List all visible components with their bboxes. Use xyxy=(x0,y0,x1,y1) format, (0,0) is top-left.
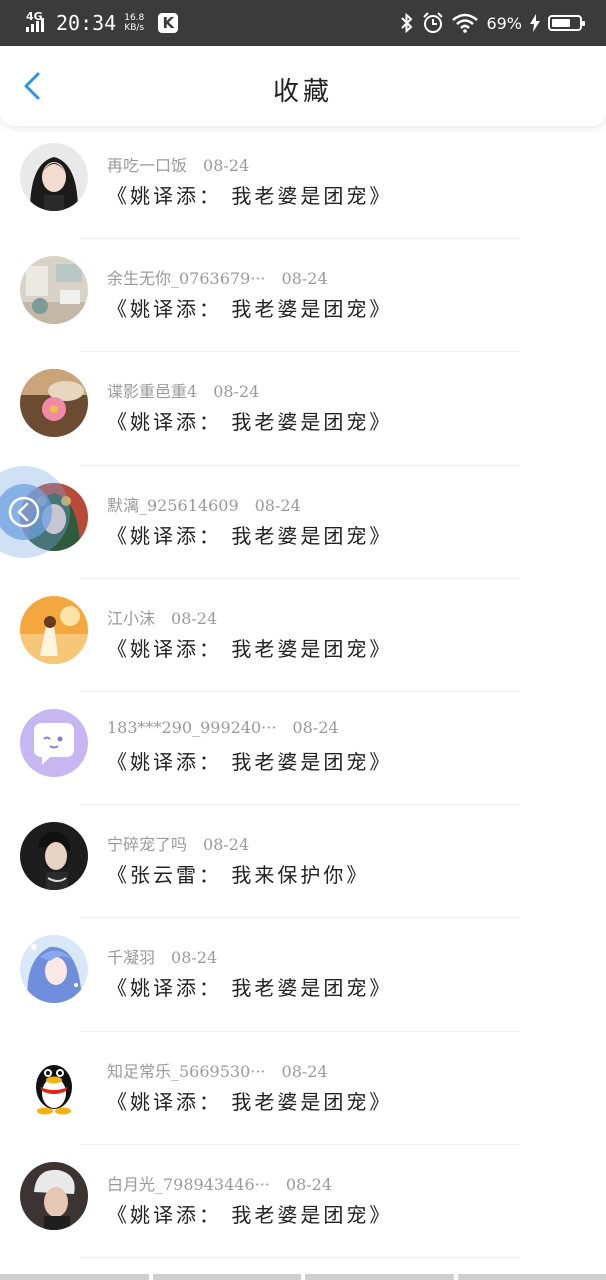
avatar[interactable] xyxy=(20,143,88,211)
favorite-meta: 余生无你_0763679··· 08-24 xyxy=(107,265,328,289)
favorite-item[interactable]: 白月光_798943446··· 08-24 《姚译添： 我老婆是团宠》 xyxy=(0,1145,606,1258)
avatar[interactable] xyxy=(20,708,88,777)
avatar[interactable] xyxy=(20,595,88,664)
favorite-item[interactable]: 余生无你_0763679··· 08-24 《姚译添： 我老婆是团宠》 xyxy=(0,239,606,353)
wifi-icon xyxy=(452,13,479,33)
favorite-title: 《姚译添： 我老婆是团宠》 xyxy=(107,976,393,1001)
divider xyxy=(80,1256,520,1258)
favorite-item[interactable]: 千凝羽 08-24 《姚译添： 我老婆是团宠》 xyxy=(0,918,606,1032)
date: 08-24 xyxy=(281,269,328,289)
favorite-meta: 183***290_999240··· 08-24 xyxy=(107,718,339,737)
status-bar: 4G 20:34 16.8 KB/s K 69% xyxy=(0,0,606,46)
alarm-icon xyxy=(423,12,444,33)
username: 再吃一口饭 xyxy=(107,156,188,175)
favorite-title: 《姚译添： 我老婆是团宠》 xyxy=(107,523,393,548)
favorite-item[interactable]: 宁碎宠了吗 08-24 《张云雷： 我来保护你》 xyxy=(0,805,606,919)
favorite-meta: 谍影重邑重4 08-24 xyxy=(107,378,259,402)
favorite-title: 《姚译添： 我老婆是团宠》 xyxy=(107,1202,393,1227)
favorite-meta: 江小沫 08-24 xyxy=(107,605,217,629)
favorite-title: 《姚译添： 我老婆是团宠》 xyxy=(107,184,393,208)
favorite-meta: 宁碎宠了吗 08-24 xyxy=(107,831,249,855)
favorite-meta: 知足常乐_5669530··· 08-24 xyxy=(107,1058,328,1082)
favorite-title: 《姚译添： 我老婆是团宠》 xyxy=(107,297,393,322)
username: 知足常乐_5669530··· xyxy=(107,1061,266,1081)
favorite-title: 《姚译添： 我老婆是团宠》 xyxy=(107,636,393,661)
speed-value: 16.8 xyxy=(124,13,145,23)
username: 谍影重邑重4 xyxy=(107,382,198,402)
avatar[interactable] xyxy=(20,935,88,1004)
charging-icon xyxy=(530,14,540,32)
username: 白月光_798943446··· xyxy=(107,1174,270,1194)
battery-icon xyxy=(548,15,585,31)
favorite-item[interactable]: 江小沫 08-24 《姚译添： 我老婆是团宠》 xyxy=(0,579,606,692)
date: 08-24 xyxy=(171,948,218,968)
favorite-item[interactable]: 知足常乐_5669530··· 08-24 《姚译添： 我老婆是团宠》 xyxy=(0,1032,606,1145)
favorites-list: 再吃一口饭 08-24 《姚译添： 我老婆是团宠》 余生无你_0763679···… xyxy=(0,126,606,1258)
favorite-item[interactable]: 183***290_999240··· 08-24 《姚译添： 我老婆是团宠》 xyxy=(0,692,606,806)
network-speed: 16.8 KB/s xyxy=(124,13,144,33)
date: 08-24 xyxy=(203,156,250,175)
avatar[interactable] xyxy=(20,822,88,891)
battery-percent: 69% xyxy=(486,13,522,33)
avatar[interactable] xyxy=(20,1048,88,1117)
date: 08-24 xyxy=(213,382,260,402)
username: 江小沫 xyxy=(107,608,156,628)
favorite-meta: 默漓_925614609 08-24 xyxy=(107,492,301,516)
favorite-item[interactable]: 默漓_925614609 08-24 《姚译添： 我老婆是团宠》 xyxy=(0,466,606,579)
bluetooth-icon xyxy=(401,13,413,33)
username: 宁碎宠了吗 xyxy=(107,835,188,855)
status-time: 20:34 xyxy=(56,11,117,35)
date: 08-24 xyxy=(292,717,339,737)
app-notification-icon: K xyxy=(158,13,179,33)
battery-level xyxy=(552,19,570,27)
floating-button-core xyxy=(0,484,52,540)
chevron-left-icon xyxy=(8,496,40,528)
username: 余生无你_0763679··· xyxy=(107,269,266,289)
speed-unit: KB/s xyxy=(124,23,145,33)
avatar[interactable] xyxy=(20,369,88,438)
avatar[interactable] xyxy=(20,256,88,325)
date: 08-24 xyxy=(281,1061,328,1081)
username: 183***290_999240··· xyxy=(107,717,277,737)
favorite-title: 《姚译添： 我老婆是团宠》 xyxy=(107,1089,393,1114)
username: 千凝羽 xyxy=(107,948,156,968)
favorite-item[interactable]: 谍影重邑重4 08-24 《姚译添： 我老婆是团宠》 xyxy=(0,352,606,466)
date: 08-24 xyxy=(171,608,218,628)
favorite-meta: 白月光_798943446··· 08-24 xyxy=(107,1171,332,1195)
next-row-peek xyxy=(0,1274,606,1280)
page-title: 收藏 xyxy=(272,77,333,107)
avatar[interactable] xyxy=(20,1161,88,1230)
app-header: 收藏 xyxy=(0,46,606,126)
favorite-title: 《姚译添： 我老婆是团宠》 xyxy=(107,749,393,774)
date: 08-24 xyxy=(203,835,250,855)
favorite-title: 《姚译添： 我老婆是团宠》 xyxy=(107,410,393,435)
username: 默漓_925614609 xyxy=(107,495,239,515)
favorite-title: 《张云雷： 我来保护你》 xyxy=(107,863,370,888)
favorite-meta: 再吃一口饭 08-24 xyxy=(107,152,249,176)
date: 08-24 xyxy=(285,1174,333,1194)
favorite-meta: 千凝羽 08-24 xyxy=(107,944,217,968)
favorite-item[interactable]: 再吃一口饭 08-24 《姚译添： 我老婆是团宠》 xyxy=(0,126,606,240)
date: 08-24 xyxy=(254,495,301,515)
signal-icon: 4G xyxy=(24,10,50,36)
